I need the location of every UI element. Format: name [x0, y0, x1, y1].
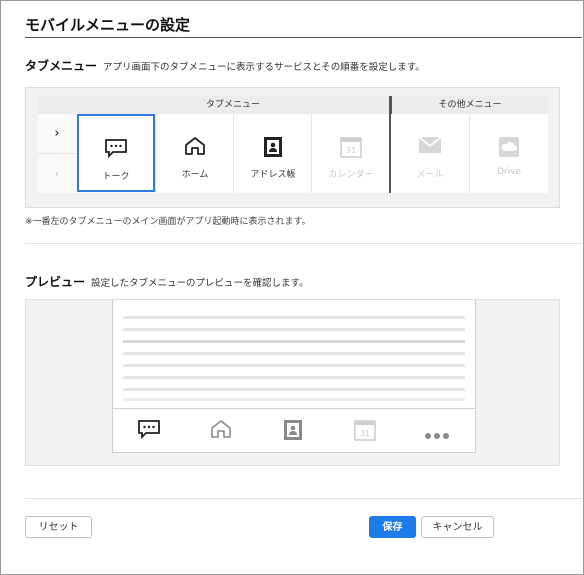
tab-section-header: タブメニュー アプリ画面下のタブメニューに表示するサービスとその順番を設定します。: [25, 57, 425, 74]
preview-section-description: 設定したタブメニューのプレビューを確認します。: [91, 278, 309, 289]
calendar-icon: 31: [354, 419, 376, 445]
calendar-day-text: 31: [346, 146, 356, 155]
tab-note: ※一番左のタブメニューのメイン画面がアプリ起動時に表示されます。: [25, 217, 311, 227]
tab-section-description: アプリ画面下のタブメニューに表示するサービスとその順番を設定します。: [103, 62, 425, 73]
content-line: [123, 316, 465, 319]
other-item-label: Drive: [497, 167, 521, 177]
footer-divider: [25, 498, 582, 499]
home-icon: [184, 136, 206, 160]
section-divider: [25, 243, 582, 244]
other-item-drive[interactable]: Drive: [470, 114, 548, 192]
content-line: [123, 328, 465, 331]
tab-item-home[interactable]: ホーム: [156, 114, 234, 192]
other-item-label: メール: [416, 170, 444, 180]
content-line: [123, 376, 465, 379]
preview-section-header: プレビュー 設定したタブメニューのプレビューを確認します。: [25, 273, 309, 290]
content-line: [123, 340, 465, 343]
preview-tabbar: 31: [113, 408, 475, 452]
group-header-tab: タブメニュー: [38, 96, 392, 114]
tab-item-label: トーク: [102, 172, 130, 182]
content-line: [123, 388, 465, 391]
nav-column: › ‹: [38, 114, 76, 193]
home-icon: [210, 419, 232, 443]
other-item-mail[interactable]: メール: [391, 114, 469, 192]
address-book-icon: [263, 136, 283, 162]
tab-item-address-book[interactable]: アドレス帳: [234, 114, 312, 192]
title-divider: [25, 37, 582, 38]
chat-icon: [104, 138, 128, 162]
chat-icon: [137, 419, 161, 443]
preview-calendar-day-text: 31: [360, 429, 370, 438]
cancel-button[interactable]: キャンセル: [421, 516, 494, 538]
cloud-icon: [498, 136, 520, 162]
tab-item-calendar[interactable]: 31 カレンダー: [312, 114, 390, 192]
tab-item-label: アドレス帳: [250, 170, 296, 180]
content-line: [123, 364, 465, 367]
group-header-other: その他メニュー: [392, 96, 548, 114]
content-line: [123, 352, 465, 355]
content-line: [123, 398, 465, 401]
scroll-prev-button[interactable]: ‹: [38, 154, 76, 193]
tab-section-label: タブメニュー: [25, 59, 98, 73]
tab-item-label: カレンダー: [328, 170, 374, 180]
page-title: モバイルメニューの設定: [25, 16, 191, 34]
preview-section-label: プレビュー: [25, 275, 86, 289]
group-header-tab-label: タブメニュー: [205, 100, 260, 110]
mail-icon: [418, 136, 442, 158]
calendar-icon: 31: [340, 136, 362, 162]
reset-button[interactable]: リセット: [25, 516, 92, 538]
save-button[interactable]: 保存: [369, 516, 416, 538]
scroll-next-button[interactable]: ›: [38, 114, 76, 153]
tab-item-talk[interactable]: トーク: [77, 114, 155, 192]
more-icon: [424, 425, 450, 444]
nav-divider: [38, 153, 76, 154]
tab-item-label: ホーム: [181, 170, 209, 180]
phone-preview: 31: [112, 300, 476, 453]
address-book-icon: [283, 419, 303, 445]
